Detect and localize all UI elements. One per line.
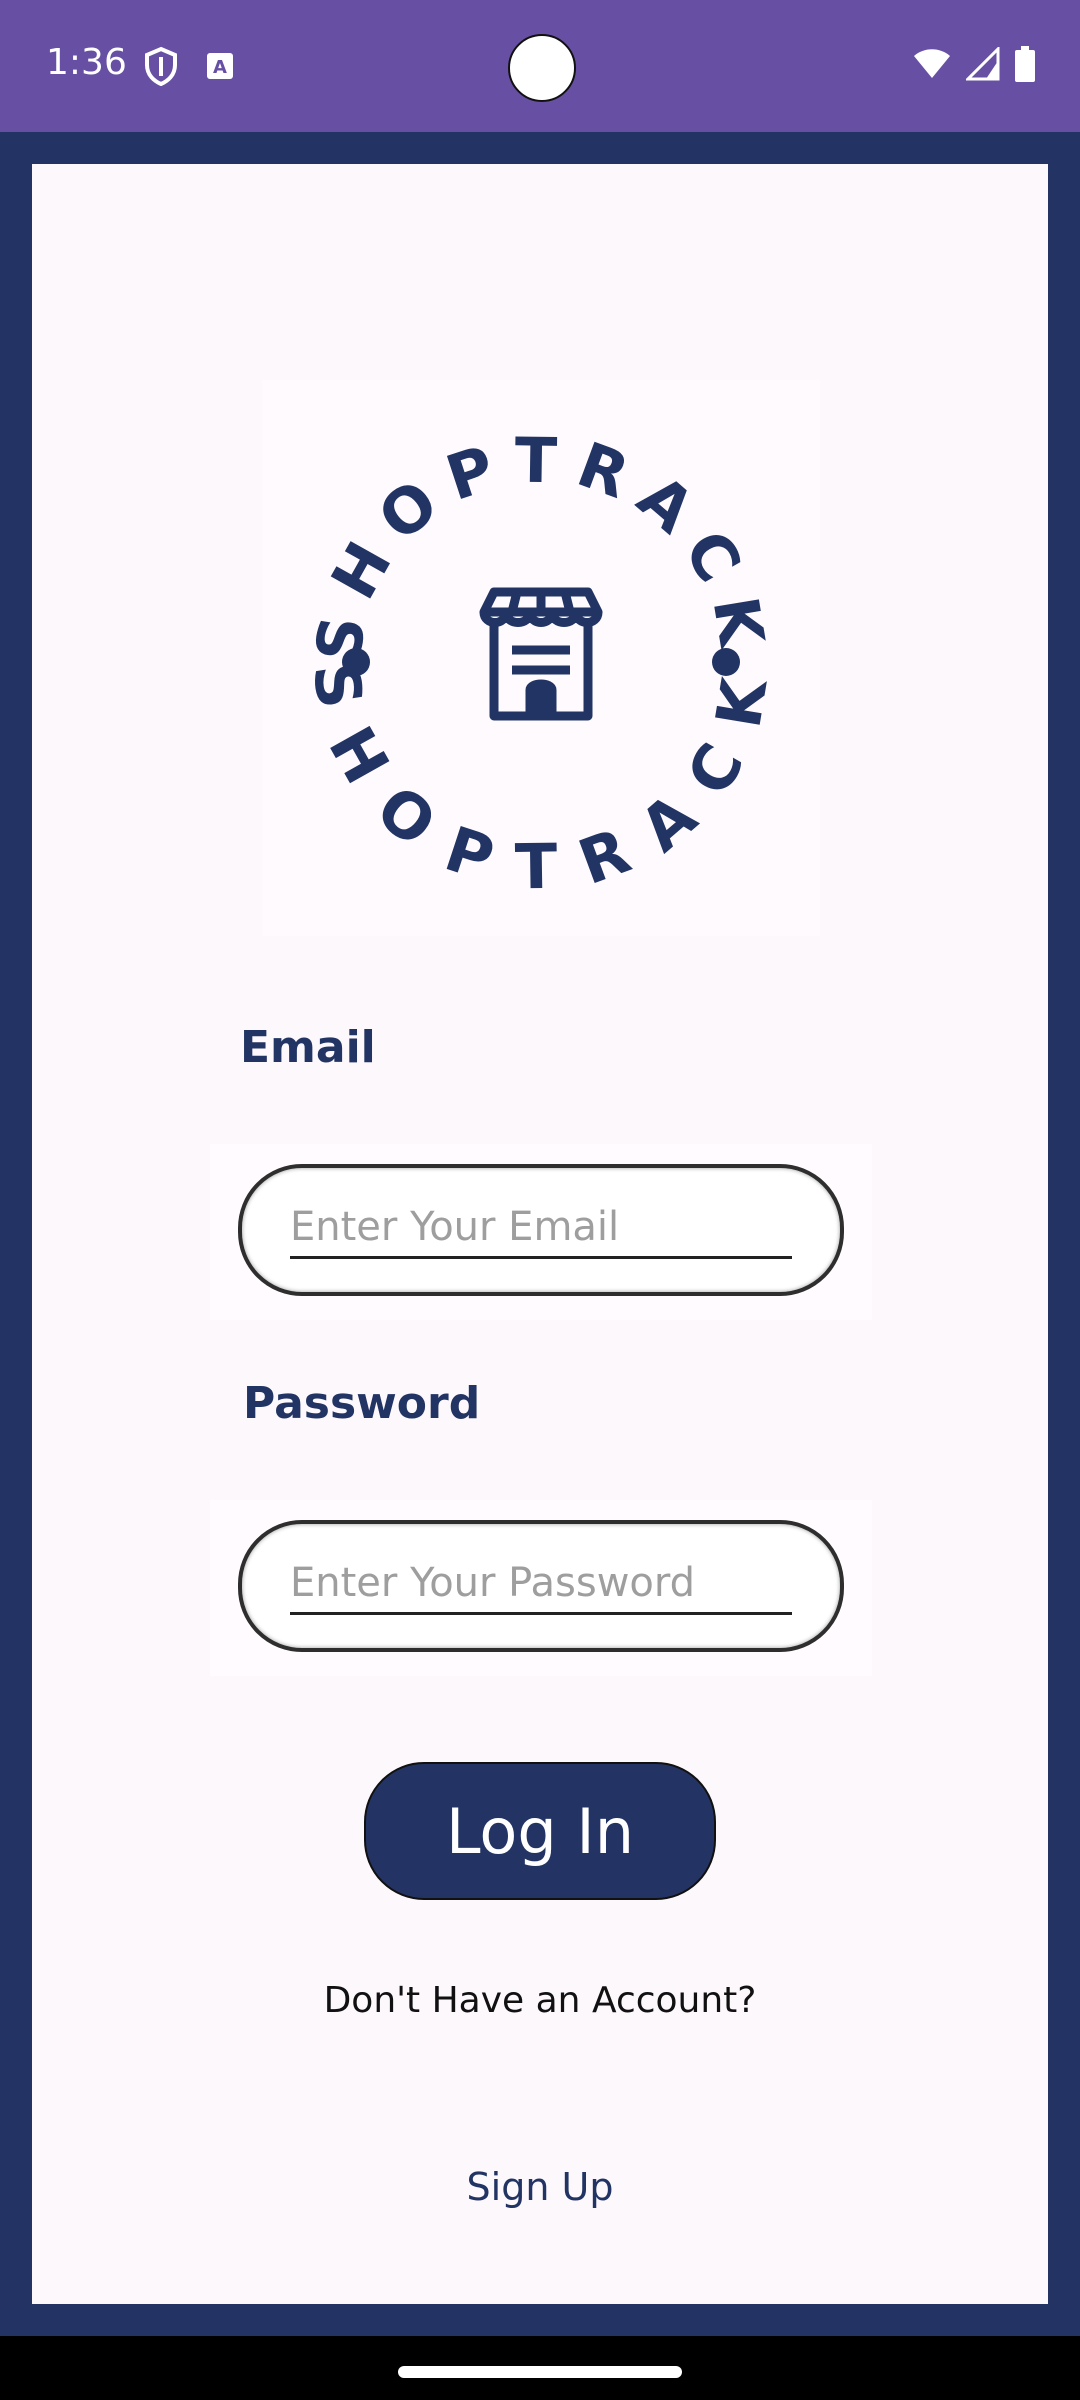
shoptrack-logo: SHOPTRACK SHOPTRACK bbox=[262, 380, 820, 936]
status-bar: 1:36 A bbox=[0, 0, 1080, 132]
svg-text:A: A bbox=[213, 57, 227, 78]
email-field-container bbox=[210, 1144, 872, 1320]
logo-dot-left bbox=[342, 648, 370, 676]
password-field[interactable] bbox=[238, 1520, 844, 1652]
email-label: Email bbox=[240, 1022, 376, 1073]
logo-text-top: SHOPTRACK bbox=[301, 424, 781, 667]
email-field[interactable] bbox=[238, 1164, 844, 1296]
battery-icon bbox=[1014, 46, 1036, 87]
password-label: Password bbox=[243, 1378, 481, 1429]
status-time: 1:36 bbox=[46, 42, 127, 83]
wifi-icon bbox=[912, 48, 952, 85]
camera-cutout bbox=[508, 34, 576, 102]
password-input[interactable] bbox=[290, 1554, 792, 1615]
logo-dot-right bbox=[712, 648, 740, 676]
status-indicators bbox=[912, 45, 1036, 87]
a-keyboard-icon: A bbox=[206, 52, 234, 85]
shield-icon bbox=[144, 46, 178, 91]
signup-link[interactable]: Sign Up bbox=[0, 2165, 1080, 2209]
no-account-text: Don't Have an Account? bbox=[323, 1980, 757, 2021]
login-button[interactable]: Log In bbox=[364, 1762, 716, 1900]
password-field-container bbox=[210, 1500, 872, 1676]
email-input[interactable] bbox=[290, 1198, 792, 1259]
logo-graphic: SHOPTRACK SHOPTRACK bbox=[298, 424, 781, 904]
storefront-icon bbox=[479, 587, 603, 721]
signal-icon bbox=[964, 45, 1000, 86]
home-handle[interactable] bbox=[398, 2366, 682, 2378]
